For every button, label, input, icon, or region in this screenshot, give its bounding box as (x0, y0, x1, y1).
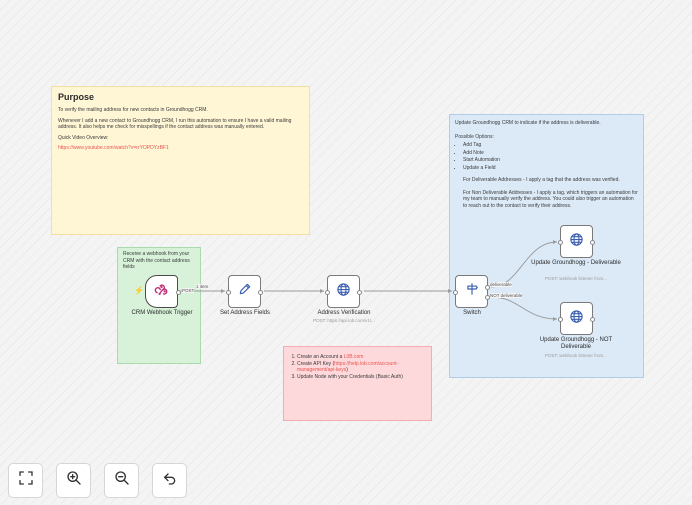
edge-label-not-deliverable: NOT deliverable (490, 293, 523, 298)
node-label-not-deliverable: Update Groundhogg - NOT Deliverable (539, 337, 613, 350)
switch-icon (465, 282, 479, 301)
globe-icon (336, 282, 351, 302)
node-set-address-fields[interactable] (226, 275, 263, 308)
node-subtitle-deliverable: POST: webhook listener from... (544, 276, 608, 281)
deliverable-output-port[interactable] (590, 240, 595, 245)
node-crm-webhook-trigger[interactable] (145, 275, 181, 308)
node-label-trigger: CRM Webhook Trigger (131, 310, 193, 316)
not-deliverable-output-port[interactable] (590, 317, 595, 322)
undo-icon (162, 470, 178, 491)
deliverable-input-port[interactable] (558, 240, 563, 245)
switch-input-port[interactable] (453, 290, 458, 295)
node-label-verify: Address Verification (317, 310, 371, 316)
trigger-output-port[interactable] (176, 290, 181, 295)
pencil-icon (238, 282, 252, 301)
node-update-not-deliverable[interactable] (558, 302, 595, 335)
set-input-port[interactable] (226, 290, 231, 295)
globe-icon (569, 232, 584, 252)
trigger-output-label: POST (182, 288, 195, 293)
set-output-port[interactable] (258, 290, 263, 295)
node-address-verification[interactable] (325, 275, 362, 308)
not-deliverable-input-port[interactable] (558, 317, 563, 322)
edge-label-items: 1 item (196, 284, 209, 289)
zoom-out-button[interactable] (104, 463, 139, 498)
verify-input-port[interactable] (325, 290, 330, 295)
switch-output-port-deliverable[interactable] (485, 285, 490, 290)
fit-view-icon (18, 470, 34, 491)
switch-output-port-not-deliverable[interactable] (485, 295, 490, 300)
edge-label-deliverable: deliverable (490, 282, 512, 287)
node-update-deliverable[interactable] (558, 225, 595, 258)
node-label-set: Set Address Fields (219, 310, 271, 316)
zoom-in-button[interactable] (56, 463, 91, 498)
node-label-switch: Switch (463, 310, 481, 316)
node-subtitle-verify: POST: https://api.lob.com/v1/... (313, 318, 375, 323)
trigger-bolt-icon: ⚡ (134, 286, 144, 295)
verify-output-port[interactable] (357, 290, 362, 295)
node-label-deliverable: Update Groundhogg - Deliverable (531, 260, 621, 266)
zoom-out-icon (114, 470, 130, 491)
fit-view-button[interactable] (8, 463, 43, 498)
node-subtitle-not-deliverable: POST: webhook listener from... (544, 353, 608, 358)
webhook-icon (154, 282, 169, 302)
node-switch[interactable] (453, 275, 490, 308)
zoom-in-icon (66, 470, 82, 491)
undo-button[interactable] (152, 463, 187, 498)
globe-icon (569, 309, 584, 329)
